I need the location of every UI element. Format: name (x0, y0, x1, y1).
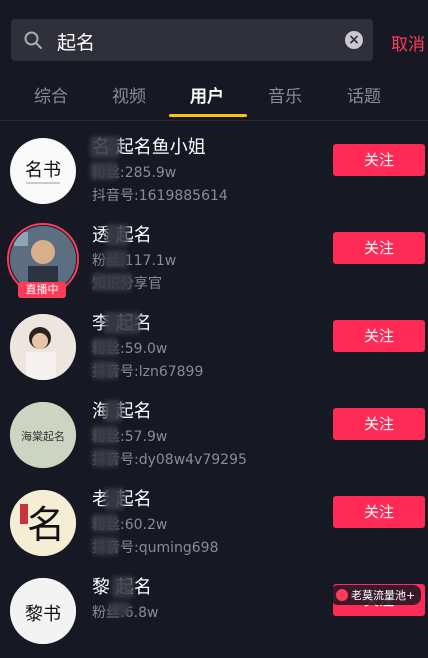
tab-comprehensive[interactable]: 综合 (34, 82, 68, 107)
tab-bar: 综合 视频 用户 音乐 话题 (0, 70, 428, 121)
redaction-blur (92, 537, 118, 555)
list-item[interactable]: 海棠起名 海 起名 粉丝:57.9w 抖音号:dy08w4v79295 关注 (0, 394, 428, 482)
avatar[interactable]: 名书 (10, 138, 76, 204)
avatar-logo-text: 海棠起名 (21, 429, 65, 443)
list-item[interactable]: 名书 名 起名鱼小姐 粉丝:285.9w 抖音号:1619885614 关注 (0, 130, 428, 218)
watermark: 老莫流量池+ (330, 585, 422, 605)
redaction-blur (92, 361, 118, 379)
follow-button[interactable]: 关注 (333, 320, 425, 352)
follow-button[interactable]: 关注 (333, 496, 425, 528)
tab-topics[interactable]: 话题 (347, 82, 381, 107)
wechat-icon (336, 589, 348, 601)
redaction-blur (92, 426, 118, 444)
redaction-blur (92, 338, 118, 356)
watermark-text: 老莫流量池+ (351, 589, 416, 602)
top-bar: 起名 × 取消 (0, 0, 428, 70)
tab-users[interactable]: 用户 (190, 82, 224, 107)
follow-button[interactable]: 关注 (333, 144, 425, 176)
search-bar[interactable]: 起名 × (11, 19, 373, 61)
list-item[interactable]: 李 起名 粉丝:59.0w 抖音号:lzn67899 关注 (0, 306, 428, 394)
redaction-blur (104, 488, 124, 510)
redaction-blur (104, 312, 140, 334)
list-item[interactable]: 直播中 透 起名 粉丝:117.1w 知识分享官 关注 (0, 218, 428, 306)
clear-icon[interactable]: × (345, 31, 363, 49)
avatar-logo-text: 名书 (25, 160, 61, 181)
redaction-blur (104, 250, 128, 268)
search-input[interactable]: 起名 (57, 28, 95, 55)
avatar-logo-text: 黎书 (25, 604, 61, 625)
redaction-blur (108, 602, 130, 616)
avatar[interactable] (10, 314, 76, 380)
redaction-blur (90, 162, 118, 180)
redaction-blur (92, 514, 118, 532)
redaction-blur (106, 224, 128, 246)
follow-button[interactable]: 关注 (333, 232, 425, 264)
redaction-blur (92, 273, 132, 291)
search-icon (23, 30, 43, 50)
follow-button[interactable]: 关注 (333, 408, 425, 440)
tab-music[interactable]: 音乐 (268, 82, 302, 107)
user-id: 抖音号:1619885614 (92, 188, 228, 204)
avatar[interactable]: 名 (10, 490, 76, 556)
redaction-blur (90, 136, 120, 158)
list-item[interactable]: 黎书 黎 起名 粉丝:6.8w 关注 (0, 570, 428, 658)
tab-indicator (169, 114, 247, 117)
redaction-blur (112, 576, 134, 598)
live-badge: 直播中 (18, 282, 66, 298)
tab-videos[interactable]: 视频 (112, 82, 146, 107)
redaction-blur (104, 400, 122, 422)
redaction-blur (92, 449, 118, 467)
avatar-logo-text: 名 (27, 503, 65, 547)
avatar[interactable]: 海棠起名 (10, 402, 76, 468)
avatar[interactable]: 黎书 (10, 578, 76, 644)
cancel-button[interactable]: 取消 (391, 30, 425, 55)
list-item[interactable]: 名 老 起名 粉丝:60.2w 抖音号:quming698 关注 (0, 482, 428, 570)
